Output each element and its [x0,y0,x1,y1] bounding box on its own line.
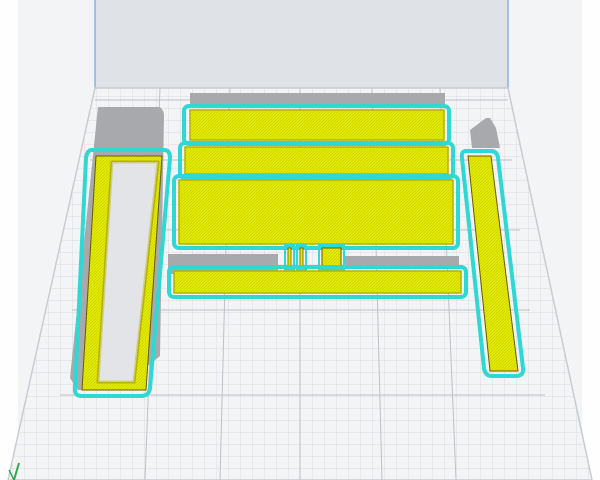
top-long-panel[interactable] [182,104,451,146]
large-panel[interactable] [172,174,460,250]
slicer-3d-viewport[interactable] [0,0,600,480]
bottom-long-panel[interactable] [167,265,468,299]
middle-long-panel[interactable] [178,141,455,180]
